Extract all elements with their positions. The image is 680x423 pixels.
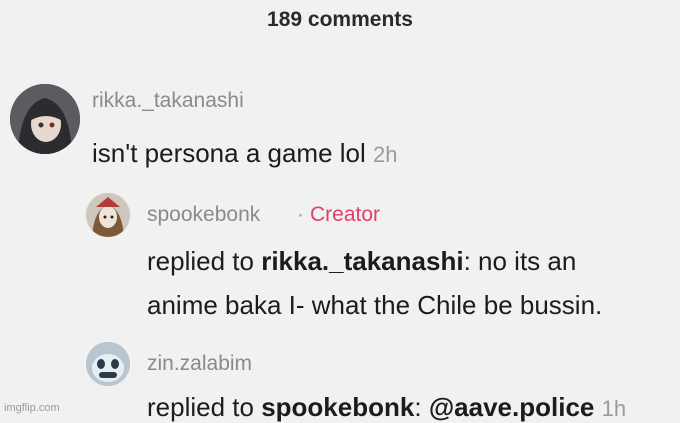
creator-label: · Creator (297, 203, 380, 227)
reply-username[interactable]: spookebonk (147, 203, 260, 227)
watermark: imgflip.com (4, 402, 60, 414)
reply-text-line: replied to spookebonk: @aave.police 1h (147, 392, 626, 423)
comment-timestamp: 2h (373, 142, 398, 167)
comment-body: isn't persona a game lol (92, 138, 366, 168)
separator-dot: · (297, 203, 304, 226)
reply-colon: : (463, 246, 471, 276)
avatar[interactable] (10, 84, 80, 154)
reply-body: no its an (478, 246, 577, 276)
comment-text: isn't persona a game lol 2h (92, 138, 398, 169)
comment-count: 189 comments (267, 8, 413, 31)
comment-username[interactable]: rikka._takanashi (92, 89, 244, 113)
creator-badge: Creator (310, 203, 381, 226)
reply-text-line: anime baka I- what the Chile be bussin. (147, 290, 603, 320)
reply-text-line: replied to rikka._takanashi: no its an (147, 246, 576, 277)
reply-prefix: replied to (147, 246, 254, 276)
avatar[interactable] (86, 342, 130, 386)
reply-username[interactable]: zin.zalabim (147, 352, 252, 376)
comment-timestamp: 1h (601, 396, 627, 421)
reply-target-link[interactable]: rikka._takanashi (261, 246, 463, 276)
avatar[interactable] (86, 193, 130, 237)
